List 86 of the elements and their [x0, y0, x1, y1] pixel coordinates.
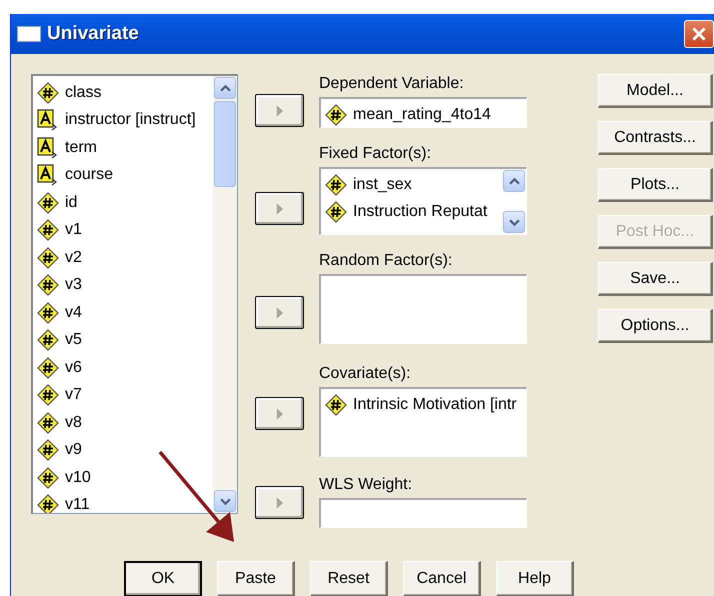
field-label: WLS Weight:	[319, 475, 414, 495]
variable-list-field[interactable]	[319, 274, 527, 344]
dialog-button[interactable]: Save...	[598, 262, 713, 296]
triangle-right-icon	[276, 202, 284, 216]
close-button[interactable]	[684, 20, 714, 48]
variable-name[interactable]: v10	[65, 468, 91, 487]
letter-box-icon	[37, 164, 59, 186]
scroll-up-button[interactable]	[503, 170, 525, 192]
variable-name[interactable]: class	[65, 84, 102, 102]
variable-name[interactable]: v1	[65, 221, 82, 240]
field-label: Fixed Factor(s):	[319, 144, 432, 164]
letter-box-icon	[37, 109, 59, 132]
field-label: Covariate(s):	[319, 364, 412, 384]
triangle-right-icon	[276, 104, 284, 118]
variable-name[interactable]: v2	[65, 248, 82, 267]
variable-name[interactable]: course	[65, 166, 114, 184]
scrollbar[interactable]	[213, 76, 237, 513]
move-arrow-button[interactable]	[255, 486, 304, 519]
variable-list-field[interactable]: Intrinsic Motivation [intr	[319, 387, 527, 457]
letter-box-icon	[37, 136, 59, 159]
variable-name[interactable]: inst_sex	[353, 176, 412, 194]
variable-name[interactable]: v7	[65, 386, 82, 404]
hash-diamond-icon	[325, 201, 347, 224]
triangle-right-icon	[276, 496, 284, 510]
variable-name[interactable]: v8	[65, 414, 82, 432]
hash-diamond-icon	[37, 384, 59, 406]
variable-list-field[interactable]: inst_sex Instruction Reputat	[319, 167, 527, 235]
window-icon	[17, 26, 41, 42]
hash-diamond-icon	[325, 394, 347, 416]
scroll-down-button[interactable]	[214, 490, 236, 512]
dialog-button[interactable]: Reset	[310, 561, 388, 596]
scroll-down-button[interactable]	[503, 211, 525, 233]
hash-diamond-icon	[37, 219, 59, 242]
move-arrow-button[interactable]	[255, 397, 304, 430]
hash-diamond-icon	[37, 246, 59, 269]
dialog-button[interactable]: OK	[124, 561, 202, 596]
variable-name[interactable]: Instruction Reputat	[353, 203, 488, 222]
variable-field[interactable]	[319, 498, 527, 528]
dialog-button[interactable]: Cancel	[403, 561, 481, 596]
variable-name[interactable]: v4	[65, 304, 82, 322]
caret-up-icon	[508, 176, 520, 186]
variable-name[interactable]: term	[65, 138, 97, 157]
triangle-right-icon	[276, 406, 284, 420]
variable-name[interactable]: v11	[65, 496, 90, 513]
window-title: Univariate	[47, 23, 139, 45]
hash-diamond-icon	[325, 104, 347, 126]
close-icon	[690, 25, 708, 43]
caret-up-icon	[220, 82, 230, 94]
dialog-button[interactable]: Model...	[598, 74, 713, 108]
variable-name[interactable]: v3	[65, 276, 82, 294]
hash-diamond-icon	[325, 174, 347, 196]
variable-field[interactable]: mean_rating_4to14	[319, 97, 527, 128]
caret-down-icon	[508, 216, 520, 228]
variable-name[interactable]: v6	[65, 358, 82, 377]
scroll-up-button[interactable]	[214, 77, 236, 99]
variable-name[interactable]: mean_rating_4to14	[353, 106, 491, 124]
scroll-thumb[interactable]	[214, 101, 236, 187]
hash-diamond-icon	[37, 439, 59, 462]
dialog-button[interactable]: Plots...	[598, 168, 713, 202]
variable-name[interactable]: instructor [instruct]	[65, 111, 196, 130]
dialog-button[interactable]: Help	[496, 561, 574, 596]
caret-down-icon	[220, 496, 230, 506]
move-arrow-button[interactable]	[255, 296, 304, 329]
field-label: Dependent Variable:	[319, 74, 465, 94]
hash-diamond-icon	[37, 82, 59, 104]
hash-diamond-icon	[37, 466, 59, 489]
dialog-button[interactable]: Contrasts...	[598, 121, 713, 155]
variable-list[interactable]: class instructor [instruct] term course id v1 v2 v3 v4 v5 v6 v7 v8 v9 v10 v11	[31, 74, 238, 514]
move-arrow-button[interactable]	[255, 94, 304, 127]
variable-name[interactable]: v9	[65, 441, 82, 460]
hash-diamond-icon	[37, 329, 59, 352]
variable-name[interactable]: Intrinsic Motivation [intr	[353, 396, 517, 414]
dialog-button[interactable]: Paste	[217, 561, 295, 596]
hash-diamond-icon	[37, 302, 59, 324]
variable-name[interactable]: v5	[65, 331, 82, 350]
triangle-right-icon	[276, 306, 284, 320]
variable-name[interactable]: id	[65, 194, 78, 212]
hash-diamond-icon	[37, 274, 59, 296]
scrollbar[interactable]	[502, 169, 526, 234]
field-label: Random Factor(s):	[319, 251, 454, 271]
move-arrow-button[interactable]	[255, 192, 304, 225]
hash-diamond-icon	[37, 356, 59, 379]
hash-diamond-icon	[37, 192, 59, 214]
hash-diamond-icon	[37, 494, 59, 513]
hash-diamond-icon	[37, 412, 59, 434]
dialog-button[interactable]: Options...	[598, 309, 713, 343]
